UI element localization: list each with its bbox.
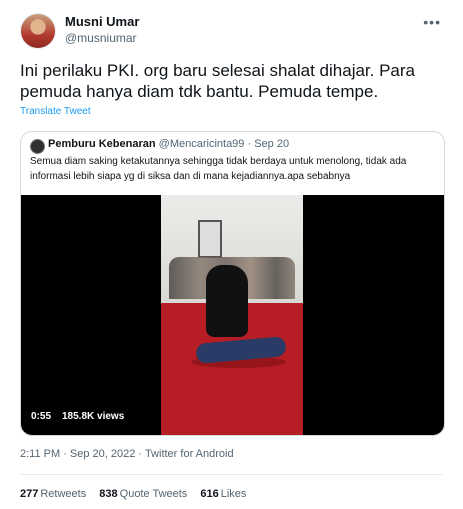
tweet-card: Musni Umar @musniumar ••• Ini perilaku P… xyxy=(0,0,463,509)
author-handle[interactable]: @musniumar xyxy=(65,31,137,45)
quoted-separator: · xyxy=(247,138,252,150)
likes-label: Likes xyxy=(220,488,247,500)
video-player[interactable]: 0:55 185.8K views xyxy=(21,195,444,435)
quoted-tweet[interactable]: Pemburu Kebenaran @Mencaricinta99 · Sep … xyxy=(20,131,445,436)
video-views: 185.8K views xyxy=(62,411,125,422)
divider xyxy=(20,474,443,475)
quote-tweets-label: Quote Tweets xyxy=(119,488,188,500)
retweets-stat[interactable]: 277 Retweets xyxy=(20,488,86,500)
tweet-metadata[interactable]: 2:11 PM · Sep 20, 2022 · Twitter for And… xyxy=(20,448,234,460)
video-thumbnail xyxy=(161,195,303,435)
tweet-stats: 277 Retweets 838 Quote Tweets 616 Likes xyxy=(20,488,256,500)
more-options-icon[interactable]: ••• xyxy=(423,14,441,30)
quoted-author-avatar[interactable] xyxy=(30,139,45,154)
tweet-text: Ini perilaku PKI. org baru selesai shala… xyxy=(20,61,416,101)
quoted-header: Pemburu Kebenaran @Mencaricinta99 · Sep … xyxy=(48,138,289,150)
translate-tweet-link[interactable]: Translate Tweet xyxy=(20,106,91,117)
author-avatar[interactable] xyxy=(20,13,56,49)
retweets-label: Retweets xyxy=(40,488,87,500)
retweets-count: 277 xyxy=(20,488,39,500)
video-standing-person xyxy=(206,265,248,337)
quoted-author-name[interactable]: Pemburu Kebenaran xyxy=(48,138,156,150)
video-door xyxy=(198,220,222,258)
author-name[interactable]: Musni Umar xyxy=(65,14,139,29)
quote-tweets-count: 838 xyxy=(99,488,118,500)
likes-stat[interactable]: 616 Likes xyxy=(200,488,246,500)
quoted-text: Semua diam saking ketakutannya sehingga … xyxy=(30,156,407,182)
video-duration: 0:55 xyxy=(31,411,52,422)
likes-count: 616 xyxy=(200,488,219,500)
quoted-date[interactable]: Sep 20 xyxy=(254,138,289,150)
quote-tweets-stat[interactable]: 838 Quote Tweets xyxy=(99,488,187,500)
quoted-author-handle[interactable]: @Mencaricinta99 xyxy=(159,138,245,150)
